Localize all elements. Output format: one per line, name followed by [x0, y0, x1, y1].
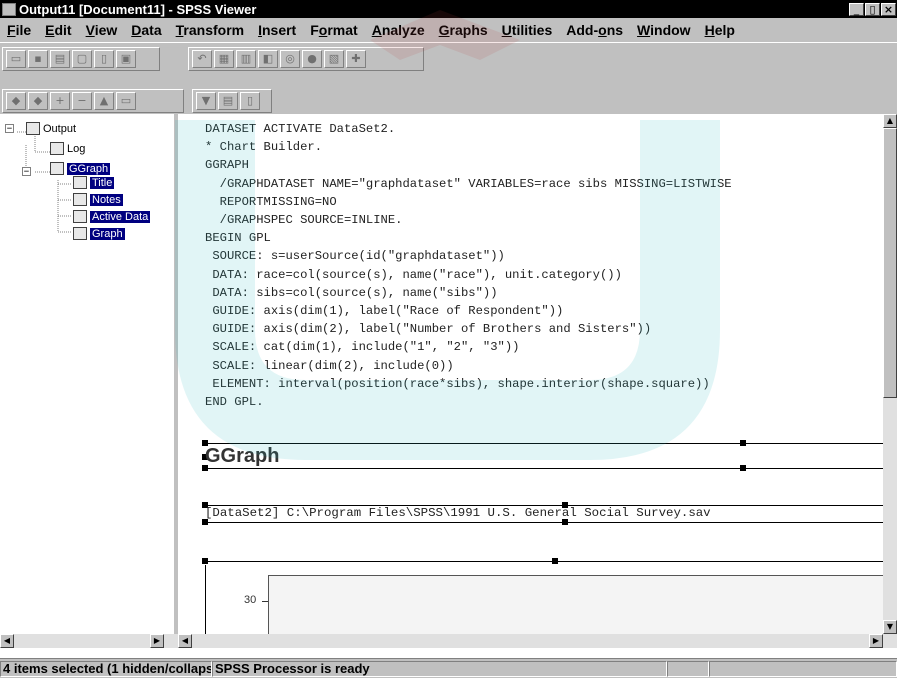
status-bar: 4 items selected (1 hidden/collapsed) SP… — [0, 658, 897, 678]
log-icon — [50, 142, 64, 155]
print-preview-icon[interactable]: ▢ — [72, 50, 92, 68]
collapse-ggraph-toggle[interactable]: − — [22, 167, 31, 177]
chart-y-tick-label: 30 — [244, 594, 257, 606]
collapse-output-toggle[interactable]: − — [5, 124, 14, 134]
insert-text-icon[interactable]: ▯ — [240, 92, 260, 110]
title-icon — [73, 176, 87, 189]
print-icon[interactable]: ▤ — [50, 50, 70, 68]
menu-transform[interactable]: Transform — [169, 22, 251, 38]
goto-data-icon[interactable]: ▦ — [214, 50, 234, 68]
recall-dialog-icon[interactable]: ▣ — [116, 50, 136, 68]
navigation-toolbar-group: ↶ ▦ ▥ ◧ ◎ ● ▧ ✚ — [188, 47, 424, 71]
chart-icon — [73, 227, 87, 240]
selection-handle[interactable] — [552, 558, 558, 564]
menu-window[interactable]: Window — [630, 22, 698, 38]
scroll-right-arrow-icon[interactable]: ▶ — [150, 634, 164, 648]
toolbar-separator — [0, 73, 897, 83]
save-icon[interactable]: ▪ — [28, 50, 48, 68]
selection-status: 4 items selected (1 hidden/collapsed) — [0, 661, 212, 677]
file-toolbar-group: ▭ ▪ ▤ ▢ ▯ ▣ — [2, 47, 160, 71]
collapse-icon[interactable]: − — [72, 92, 92, 110]
show-icon[interactable]: ▲ — [94, 92, 114, 110]
expand-icon[interactable]: + — [50, 92, 70, 110]
notes-border-bottom — [205, 522, 883, 523]
hide-icon[interactable]: ▭ — [116, 92, 136, 110]
menu-bar: File Edit View Data Transform Insert Format Ana… — [0, 18, 897, 42]
outline-toolbar: ◆ ◆ + − ▲ ▭ ▼ ▤ ▯ — [0, 83, 897, 114]
title-border-bottom — [205, 468, 883, 469]
status-cell-empty — [709, 661, 897, 677]
chart-y-tick — [262, 601, 268, 602]
outline-horizontal-scrollbar[interactable]: ◀ ▶ — [0, 634, 178, 648]
scroll-left-arrow-icon[interactable]: ◀ — [178, 634, 192, 648]
scroll-up-arrow-icon[interactable]: ▲ — [883, 114, 897, 128]
spss-viewer-icon — [2, 2, 16, 16]
insert-heading-icon[interactable]: ▼ — [196, 92, 216, 110]
selection-handle[interactable] — [740, 440, 746, 446]
tree-item-output[interactable]: Output — [26, 122, 76, 135]
restore-button[interactable]: ▯ — [865, 2, 880, 16]
promote-icon[interactable]: ◆ — [6, 92, 26, 110]
syntax-log[interactable]: DATASET ACTIVATE DataSet2. * Chart Build… — [205, 120, 732, 411]
vertical-scroll-thumb[interactable] — [883, 128, 897, 398]
insert-title-icon[interactable]: ▤ — [218, 92, 238, 110]
tree-item-notes[interactable]: Notes — [73, 193, 123, 206]
dataset-icon — [73, 210, 87, 223]
outline-toolbar-group: ◆ ◆ + − ▲ ▭ — [2, 89, 184, 113]
menu-utilities[interactable]: Utilities — [495, 22, 560, 38]
tree-item-graph[interactable]: Graph — [73, 227, 125, 240]
variables-icon[interactable]: ◧ — [258, 50, 278, 68]
minimize-button[interactable]: _ — [849, 2, 864, 16]
content-vertical-scrollbar[interactable]: ▲ ▼ — [883, 114, 897, 634]
ggraph-title[interactable]: GGraph — [205, 445, 279, 468]
status-cell-empty — [667, 661, 709, 677]
split-file-icon[interactable]: ▧ — [324, 50, 344, 68]
active-dataset-text[interactable]: [DataSet2] C:\Program Files\SPSS\1991 U.… — [205, 506, 711, 520]
goto-chart-icon[interactable]: ▥ — [236, 50, 256, 68]
menu-data[interactable]: Data — [124, 22, 168, 38]
chart-plot-area[interactable] — [268, 575, 883, 634]
menu-insert[interactable]: Insert — [251, 22, 303, 38]
menu-help[interactable]: Help — [698, 22, 742, 38]
select-cases-icon[interactable]: ✚ — [346, 50, 366, 68]
menu-format[interactable]: Format — [303, 22, 364, 38]
book-icon — [50, 162, 64, 175]
close-button[interactable]: × — [881, 2, 896, 16]
scroll-right-arrow-icon[interactable]: ▶ — [869, 634, 883, 648]
open-icon[interactable]: ▭ — [6, 50, 26, 68]
window-title: Output11 [Document11] - SPSS Viewer — [19, 1, 257, 17]
window-title-bar[interactable]: Output11 [Document11] - SPSS Viewer _ ▯ … — [0, 0, 897, 18]
find-icon[interactable]: ◎ — [280, 50, 300, 68]
selection-handle[interactable] — [202, 558, 208, 564]
chart-border-left — [205, 565, 206, 634]
tree-item-title[interactable]: Title — [73, 176, 115, 189]
tree-item-active-dataset[interactable]: Active Data — [73, 210, 151, 223]
chart-border-top — [205, 561, 883, 562]
content-horizontal-scrollbar[interactable]: ◀ ▶ — [178, 634, 897, 648]
book-icon — [26, 122, 40, 135]
insert-toolbar-group: ▼ ▤ ▯ — [192, 89, 272, 113]
demote-icon[interactable]: ◆ — [28, 92, 48, 110]
tree-item-ggraph[interactable]: GGraph — [50, 162, 111, 175]
processor-status: SPSS Processor is ready — [212, 661, 667, 677]
selection-handle[interactable] — [740, 465, 746, 471]
menu-graphs[interactable]: Graphs — [432, 22, 495, 38]
title-border-top — [205, 443, 883, 444]
notes-icon — [73, 193, 87, 206]
export-icon[interactable]: ▯ — [94, 50, 114, 68]
undo-icon[interactable]: ↶ — [192, 50, 212, 68]
menu-edit[interactable]: Edit — [38, 22, 78, 38]
menu-add-ons[interactable]: Add-ons — [559, 22, 630, 38]
scroll-left-arrow-icon[interactable]: ◀ — [0, 634, 14, 648]
insert-case-icon[interactable]: ● — [302, 50, 322, 68]
menu-view[interactable]: View — [79, 22, 125, 38]
menu-analyze[interactable]: Analyze — [365, 22, 432, 38]
output-content-pane[interactable]: DATASET ACTIVATE DataSet2. * Chart Build… — [178, 114, 883, 634]
outline-pane: − Output Log − GGraph Title Notes Active… — [0, 114, 178, 648]
scroll-down-arrow-icon[interactable]: ▼ — [883, 620, 897, 634]
tree-item-log[interactable]: Log — [50, 142, 85, 155]
main-toolbar: ▭ ▪ ▤ ▢ ▯ ▣ ↶ ▦ ▥ ◧ ◎ ● ▧ ✚ — [0, 42, 897, 74]
menu-file[interactable]: File — [0, 22, 38, 38]
